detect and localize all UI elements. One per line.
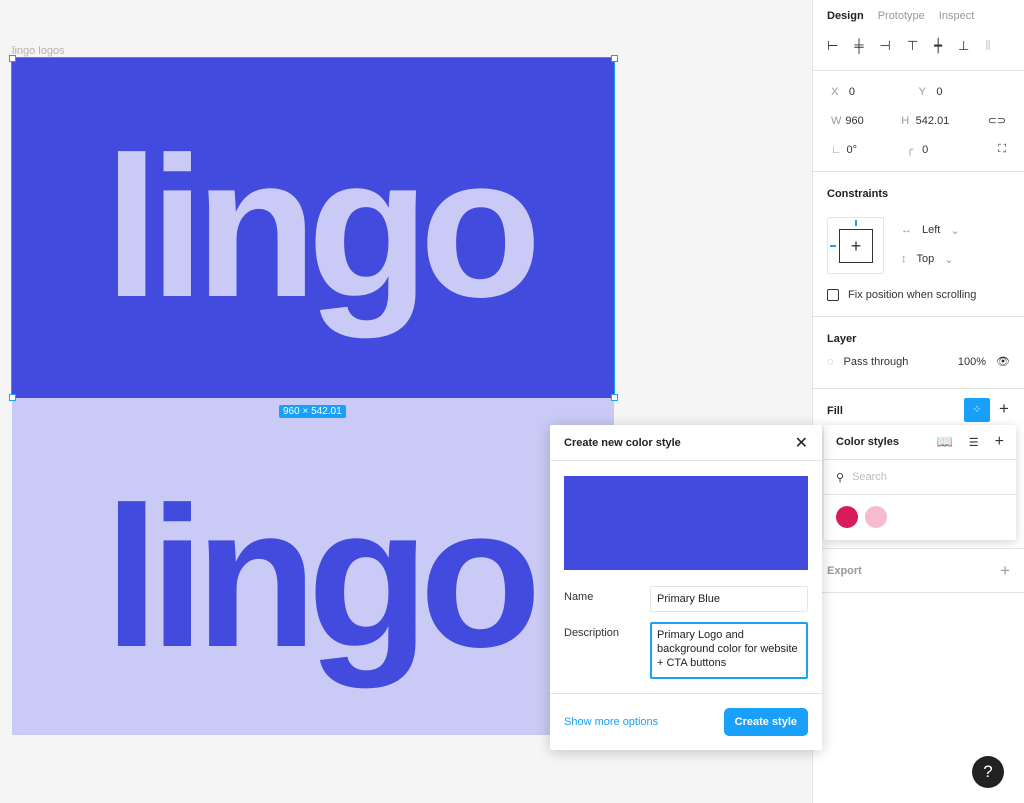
h-label: H: [901, 114, 910, 127]
tab-inspect[interactable]: Inspect: [939, 10, 974, 22]
constraint-widget[interactable]: +: [827, 217, 884, 274]
fix-position-label: Fix position when scrolling: [848, 289, 977, 301]
plus-icon: +: [839, 229, 873, 263]
align-top-icon[interactable]: ⊤: [907, 38, 918, 54]
h-input[interactable]: 542.01: [916, 115, 972, 127]
list-view-icon[interactable]: ☰: [969, 436, 979, 449]
name-input[interactable]: Primary Blue: [650, 586, 808, 612]
blend-mode-select[interactable]: Pass through: [844, 356, 926, 368]
opacity-input[interactable]: 100%: [958, 356, 986, 368]
tab-design[interactable]: Design: [827, 10, 864, 22]
corner-radius-icon: ╭: [906, 144, 914, 156]
show-more-options-link[interactable]: Show more options: [564, 716, 658, 728]
library-book-icon[interactable]: 📖: [937, 434, 953, 450]
radius-input[interactable]: 0: [922, 144, 982, 156]
help-button[interactable]: ?: [972, 756, 1004, 788]
align-center-h-icon[interactable]: ╪: [854, 38, 863, 54]
frame-label[interactable]: lingo logos: [12, 45, 65, 57]
color-styles-title: Color styles: [836, 436, 899, 448]
rotation-input[interactable]: 0°: [846, 144, 906, 156]
constrain-proportions-icon[interactable]: ⊂⊃: [988, 114, 1006, 127]
x-label: X: [831, 85, 839, 98]
style-grid-icon[interactable]: ⁘: [964, 398, 990, 422]
align-right-icon[interactable]: ⊣: [880, 38, 891, 54]
dialog-title: Create new color style: [564, 436, 681, 449]
x-input[interactable]: 0: [849, 86, 919, 98]
resize-handle[interactable]: [611, 394, 618, 401]
independent-corners-icon[interactable]: ⛶: [998, 143, 1006, 156]
color-styles-popover: Color styles 📖 ☰ + ⚲ Search: [824, 425, 1016, 540]
properties-panel: Design Prototype Inspect ⊢ ╪ ⊣ ⊤ ┿ ⊥ ⫴ X…: [812, 0, 1024, 803]
horizontal-constraint-icon: ↔: [901, 224, 912, 236]
w-label: W: [831, 114, 842, 127]
color-style-swatch[interactable]: [865, 506, 887, 528]
color-preview: [564, 476, 808, 570]
w-input[interactable]: 960: [845, 115, 901, 127]
add-style-icon[interactable]: +: [995, 433, 1004, 451]
fix-position-checkbox[interactable]: [827, 289, 839, 301]
resize-handle[interactable]: [9, 55, 16, 62]
y-input[interactable]: 0: [936, 86, 1006, 98]
align-bottom-icon[interactable]: ⊥: [958, 38, 969, 54]
description-label: Description: [564, 627, 620, 639]
visibility-eye-icon[interactable]: 👁: [996, 355, 1010, 368]
y-label: Y: [918, 85, 926, 98]
align-left-icon[interactable]: ⊢: [827, 38, 838, 54]
tab-prototype[interactable]: Prototype: [878, 10, 925, 22]
resize-handle[interactable]: [9, 394, 16, 401]
add-export-icon[interactable]: +: [1000, 561, 1010, 581]
add-fill-icon[interactable]: +: [999, 399, 1009, 419]
name-label: Name: [564, 591, 594, 603]
logo-frame-primary[interactable]: lingo: [11, 57, 615, 399]
align-middle-v-icon[interactable]: ┿: [934, 38, 942, 54]
description-textarea[interactable]: Primary Logo and background color for we…: [650, 622, 808, 679]
create-style-button[interactable]: Create style: [723, 708, 808, 736]
constraints-title: Constraints: [827, 188, 889, 200]
resize-handle[interactable]: [611, 55, 618, 62]
rotation-icon: ∟: [831, 143, 842, 156]
dimension-badge: 960 × 542.01: [279, 405, 346, 418]
vertical-constraint-select[interactable]: Top: [917, 253, 935, 266]
create-color-style-dialog: Create new color style ✕ Name Primary Blue…: [550, 425, 822, 750]
search-input[interactable]: Search: [852, 471, 887, 483]
logo-frame-light[interactable]: lingo: [12, 398, 614, 735]
layer-title: Layer: [827, 333, 857, 345]
fill-title: Fill: [827, 405, 843, 417]
blend-icon: ◌: [827, 355, 834, 368]
color-style-swatch[interactable]: [836, 506, 858, 528]
close-icon[interactable]: ✕: [795, 433, 808, 453]
search-icon: ⚲: [836, 471, 845, 484]
horizontal-constraint-select[interactable]: Left: [922, 224, 940, 237]
logo-text: lingo: [104, 116, 542, 339]
distribute-icon[interactable]: ⫴: [985, 38, 990, 54]
logo-text: lingo: [104, 466, 542, 689]
vertical-constraint-icon: ↕: [901, 253, 907, 265]
export-title: Export: [827, 564, 862, 577]
